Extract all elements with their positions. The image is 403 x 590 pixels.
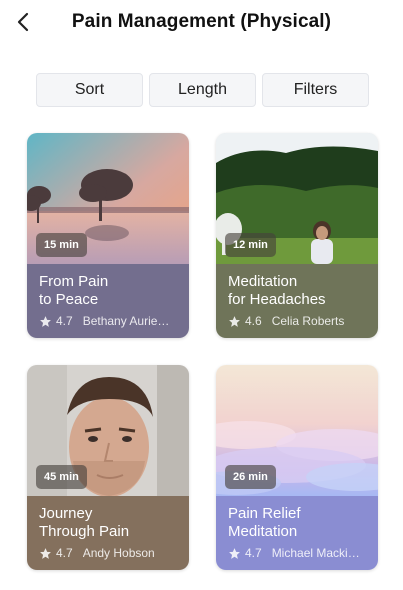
card-info: Pain Relief Meditation 4.7 Michael Macki…: [216, 496, 378, 570]
author-name: Bethany Aurie…: [82, 314, 170, 328]
header: Pain Management (Physical): [0, 0, 403, 44]
author-name: Andy Hobson: [82, 546, 155, 560]
card-title: Meditation for Headaches: [228, 273, 326, 308]
sort-button[interactable]: Sort: [36, 73, 143, 107]
session-card-journey-through-pain[interactable]: 45 min Journey Through Pain 4.7 Andy Hob…: [27, 365, 189, 570]
card-meta: 4.6 Celia Roberts: [228, 314, 366, 328]
star-icon: [39, 547, 52, 560]
card-title: Journey Through Pain: [39, 505, 130, 540]
card-title: From Pain to Peace: [39, 273, 109, 308]
length-button[interactable]: Length: [149, 73, 256, 107]
duration-badge: 15 min: [36, 233, 87, 257]
duration-badge: 26 min: [225, 465, 276, 489]
star-icon: [39, 315, 52, 328]
card-info: From Pain to Peace 4.7 Bethany Aurie…: [27, 264, 189, 338]
card-title: Pain Relief Meditation: [228, 505, 301, 540]
rating-value: 4.6: [245, 314, 262, 328]
rating-value: 4.7: [245, 546, 262, 560]
card-meta: 4.7 Michael Macki…: [228, 546, 366, 560]
page-title: Pain Management (Physical): [71, 11, 332, 32]
filters-button[interactable]: Filters: [262, 73, 369, 107]
card-info: Journey Through Pain 4.7 Andy Hobson: [27, 496, 189, 570]
duration-badge: 12 min: [225, 233, 276, 257]
card-meta: 4.7 Andy Hobson: [39, 546, 177, 560]
session-card-meditation-for-headaches[interactable]: 12 min Meditation for Headaches 4.6 Celi…: [216, 133, 378, 338]
session-card-pain-relief-meditation[interactable]: 26 min Pain Relief Meditation 4.7 Michae…: [216, 365, 378, 570]
rating-value: 4.7: [56, 314, 73, 328]
rating-value: 4.7: [56, 546, 73, 560]
author-name: Celia Roberts: [271, 314, 345, 328]
card-info: Meditation for Headaches 4.6 Celia Rober…: [216, 264, 378, 338]
sort-filter-bar: Sort Length Filters: [36, 73, 369, 107]
author-name: Michael Macki…: [271, 546, 360, 560]
card-meta: 4.7 Bethany Aurie…: [39, 314, 177, 328]
screen: Pain Management (Physical) Sort Length F…: [0, 0, 403, 590]
session-card-from-pain-to-peace[interactable]: 15 min From Pain to Peace 4.7 Bethany Au…: [27, 133, 189, 338]
duration-badge: 45 min: [36, 465, 87, 489]
star-icon: [228, 547, 241, 560]
star-icon: [228, 315, 241, 328]
